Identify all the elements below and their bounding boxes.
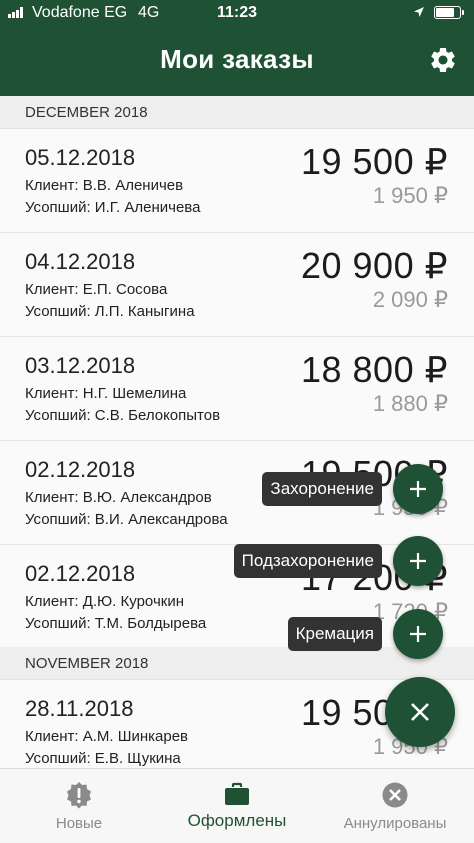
add-burial-button[interactable] — [393, 464, 443, 514]
order-total: 19 500 ₽ — [300, 141, 448, 182]
order-client: Клиент: Н.Г. Шемелина — [25, 385, 187, 402]
order-deceased: Усопший: Е.В. Щукина — [25, 750, 181, 767]
add-cremation-button[interactable] — [393, 609, 443, 659]
order-date: 28.11.2018 — [25, 696, 134, 721]
order-row[interactable]: 05.12.2018 Клиент: В.В. Аленичев Усопший… — [0, 129, 474, 233]
order-date: 04.12.2018 — [25, 249, 136, 274]
fab-close-button[interactable] — [385, 677, 455, 747]
briefcase-icon — [225, 782, 249, 805]
section-header-december: DECEMBER 2018 — [0, 96, 474, 129]
plus-icon — [410, 553, 426, 569]
order-date: 02.12.2018 — [25, 561, 136, 586]
fab-label-cremation[interactable]: Кремация — [287, 617, 382, 651]
order-deceased: Усопший: В.И. Александрова — [25, 511, 228, 528]
order-fee: 2 090 ₽ — [372, 287, 448, 312]
order-fee: 1 950 ₽ — [372, 183, 448, 208]
order-total: 20 900 ₽ — [300, 245, 448, 286]
order-deceased: Усопший: Л.П. Каныгина — [25, 303, 195, 320]
tab-completed-label: Оформлены — [187, 811, 287, 830]
tab-cancelled-label: Аннулированы — [343, 815, 447, 832]
plus-icon — [410, 626, 426, 642]
app-header: Vodafone EG 4G 11:23 Мои заказы — [0, 0, 474, 96]
status-time: 11:23 — [216, 4, 258, 21]
order-fee: 1 880 ₽ — [372, 391, 448, 416]
order-row[interactable]: 04.12.2018 Клиент: Е.П. Сосова Усопший: … — [0, 233, 474, 337]
cancel-circle-icon — [382, 782, 408, 808]
order-date: 05.12.2018 — [25, 145, 136, 170]
fab-label-burial[interactable]: Захоронение — [262, 472, 382, 506]
fab-label-reburial[interactable]: Подзахоронение — [233, 544, 382, 578]
order-client: Клиент: Е.П. Сосова — [25, 281, 168, 298]
order-client: Клиент: А.М. Шинкарев — [25, 728, 189, 745]
tab-new[interactable]: Новые — [0, 769, 158, 843]
location-arrow-icon — [414, 7, 424, 17]
order-deceased: Усопший: С.В. Белокопытов — [25, 407, 221, 424]
tab-cancelled[interactable]: Аннулированы — [316, 769, 474, 843]
order-client: Клиент: В.В. Аленичев — [25, 177, 184, 194]
alert-badge-icon — [67, 782, 91, 809]
page-title: Мои заказы — [160, 44, 314, 74]
order-client: Клиент: В.Ю. Александров — [25, 489, 212, 506]
add-reburial-button[interactable] — [393, 536, 443, 586]
order-deceased: Усопший: Т.М. Болдырева — [25, 615, 207, 632]
order-client: Клиент: Д.Ю. Курочкин — [25, 593, 184, 610]
bottom-navigation: Новые Оформлены Аннулированы — [0, 768, 474, 842]
status-bar: Vodafone EG 4G 11:23 — [0, 0, 474, 26]
order-total: 18 800 ₽ — [300, 349, 448, 390]
order-deceased: Усопший: И.Г. Аленичева — [25, 199, 201, 216]
order-date: 03.12.2018 — [25, 353, 136, 378]
order-row[interactable]: 03.12.2018 Клиент: Н.Г. Шемелина Усопший… — [0, 337, 474, 441]
plus-icon — [410, 481, 426, 497]
order-date: 02.12.2018 — [25, 457, 136, 482]
close-icon — [411, 703, 429, 721]
tab-new-label: Новые — [55, 815, 103, 832]
gear-icon[interactable] — [428, 45, 458, 75]
battery-icon — [434, 6, 464, 19]
tab-completed[interactable]: Оформлены — [158, 769, 316, 843]
